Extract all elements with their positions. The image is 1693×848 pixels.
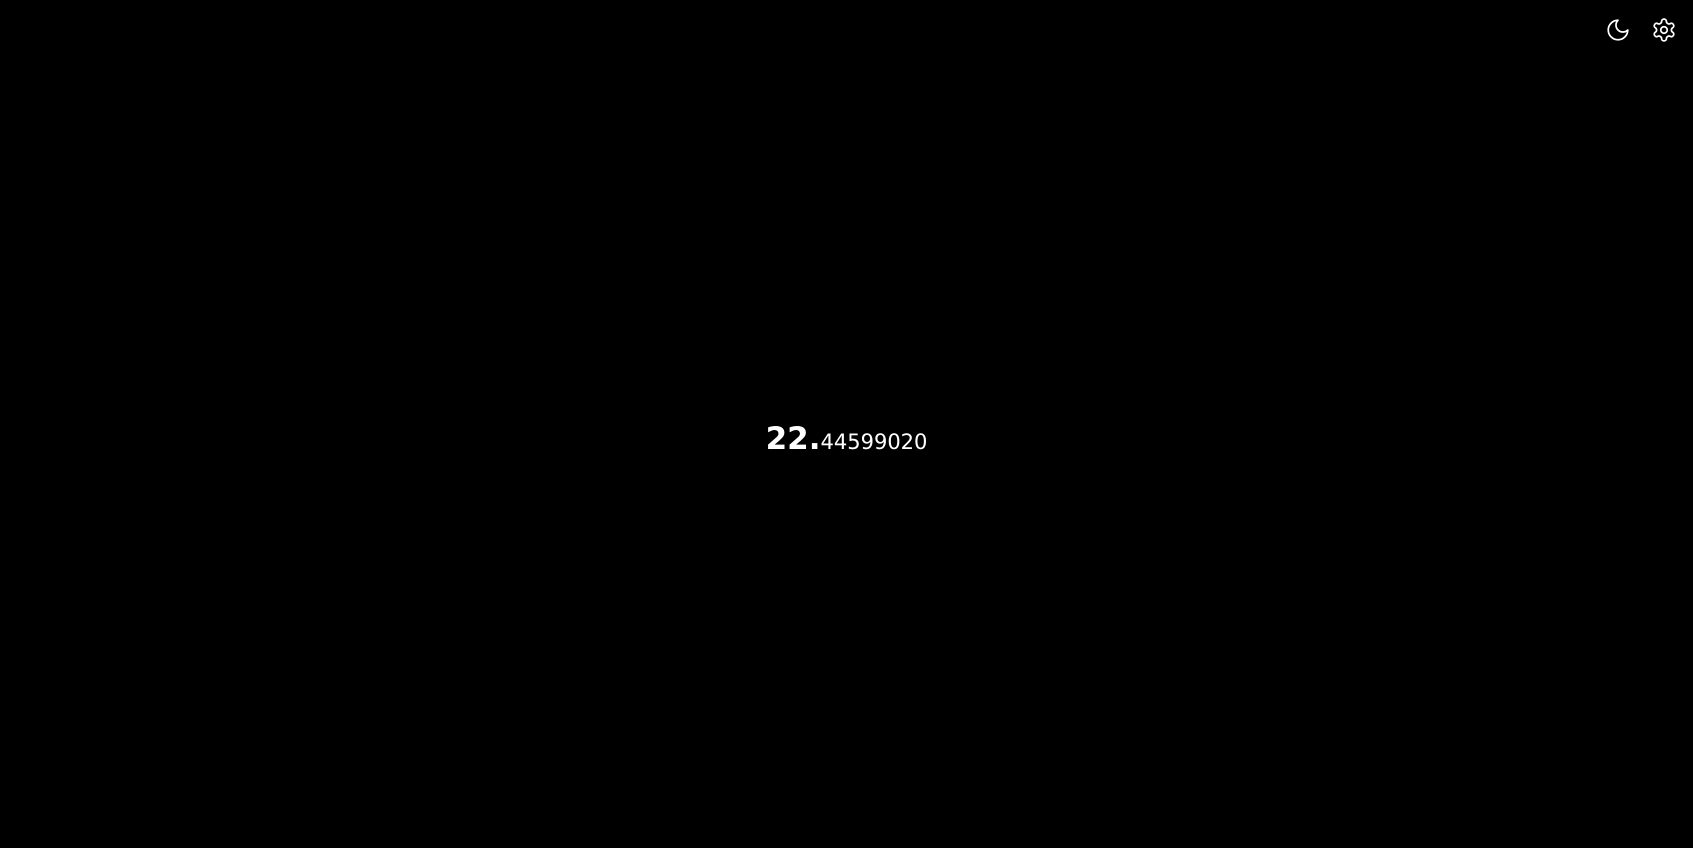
theme-toggle-button[interactable] <box>1603 15 1633 45</box>
integer-part: 22. <box>765 421 821 457</box>
fraction-part: 44599020 <box>820 430 928 454</box>
number-display: 22.44599020 <box>0 424 1693 455</box>
settings-button[interactable] <box>1649 15 1679 45</box>
top-right-toolbar <box>1603 15 1679 45</box>
moon-icon <box>1607 19 1629 41</box>
gear-icon <box>1653 18 1675 42</box>
